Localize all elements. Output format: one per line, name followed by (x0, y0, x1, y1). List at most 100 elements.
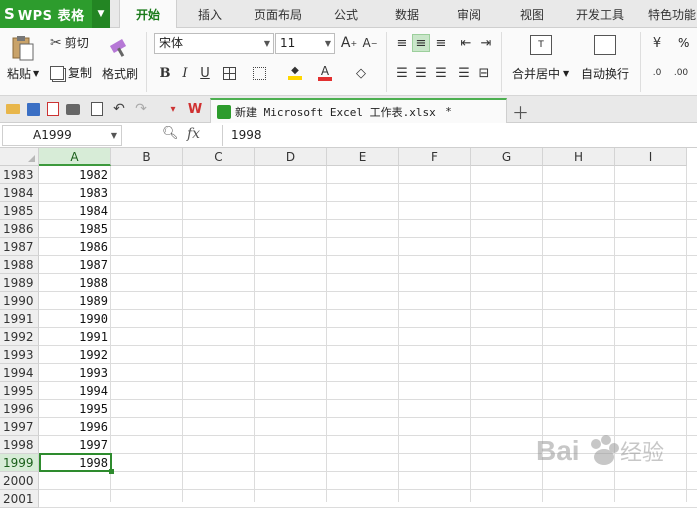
tab-formulas[interactable]: 公式 (321, 0, 371, 28)
row-header[interactable]: 1987 (0, 238, 39, 256)
zoom-search-icon[interactable]: 🔍︎ (162, 126, 179, 141)
bold-icon[interactable]: B (156, 64, 174, 82)
align-top-icon[interactable]: ≡ (393, 34, 411, 52)
format-painter-button[interactable]: 格式刷 (102, 65, 138, 82)
tab-insert[interactable]: 插入 (185, 0, 235, 28)
cell-a[interactable]: 1983 (39, 184, 111, 202)
cut-button[interactable]: ✂ 剪切 (50, 34, 89, 51)
cell-a[interactable]: 1985 (39, 220, 111, 238)
export-pdf-icon[interactable] (44, 100, 62, 118)
currency-icon[interactable]: ¥ (648, 34, 666, 52)
italic-icon[interactable]: I (176, 64, 194, 82)
row-header[interactable]: 1995 (0, 382, 39, 400)
cell-a[interactable]: 1991 (39, 328, 111, 346)
row-header[interactable]: 1989 (0, 274, 39, 292)
row-header[interactable]: 1998 (0, 436, 39, 454)
row-header[interactable]: 1990 (0, 292, 39, 310)
tab-data[interactable]: 数据 (382, 0, 432, 28)
cell-a[interactable]: 1984 (39, 202, 111, 220)
chevron-down-icon[interactable]: ▼ (92, 0, 110, 28)
percent-button[interactable]: % (678, 36, 689, 50)
document-tab[interactable]: 新建 Microsoft Excel 工作表.xlsx * (210, 98, 507, 123)
function-icon[interactable]: fx (187, 126, 200, 142)
chevron-down-icon[interactable]: ▼ (111, 126, 117, 145)
column-header-c[interactable]: C (183, 148, 255, 166)
column-header-b[interactable]: B (111, 148, 183, 166)
cell-a[interactable]: 1986 (39, 238, 111, 256)
customize-icon[interactable]: ▾ (164, 100, 182, 118)
new-tab-icon[interactable]: ＋ (512, 99, 529, 124)
paste-button[interactable]: 粘贴 ▼ (7, 65, 39, 82)
cell-a[interactable]: 1989 (39, 292, 111, 310)
tab-review[interactable]: 审阅 (444, 0, 494, 28)
column-header-i[interactable]: I (615, 148, 687, 166)
tab-page-layout[interactable]: 页面布局 (245, 0, 311, 28)
cell-a[interactable]: 1992 (39, 346, 111, 364)
border-icon[interactable] (220, 64, 238, 82)
name-box[interactable]: A1999 ▼ (2, 125, 122, 146)
row-header[interactable]: 1988 (0, 256, 39, 274)
wrap-text-button[interactable]: 自动换行 (581, 65, 629, 82)
align-right-icon[interactable]: ☰ (432, 64, 450, 82)
cell-a[interactable]: 1993 (39, 364, 111, 382)
fill-grid-icon[interactable] (250, 64, 268, 82)
cell-a[interactable]: 1995 (39, 400, 111, 418)
select-all-corner[interactable] (0, 148, 39, 166)
tab-developer[interactable]: 开发工具 (568, 0, 632, 28)
align-center-icon[interactable]: ☰ (412, 64, 430, 82)
tab-view[interactable]: 视图 (507, 0, 557, 28)
cell-a[interactable]: 1990 (39, 310, 111, 328)
column-header-d[interactable]: D (255, 148, 327, 166)
row-header[interactable]: 1992 (0, 328, 39, 346)
row-header[interactable]: 1986 (0, 220, 39, 238)
formula-input[interactable]: 1998 (222, 125, 695, 146)
row-header[interactable]: 2000 (0, 472, 39, 490)
cell-a[interactable]: 1982 (39, 166, 111, 184)
row-header[interactable]: 1999 (0, 454, 39, 472)
cell-a[interactable] (39, 490, 111, 508)
cell-a[interactable]: 1988 (39, 274, 111, 292)
row-header[interactable]: 1983 (0, 166, 39, 184)
decrease-font-icon[interactable]: A − (361, 34, 379, 52)
print-preview-icon[interactable] (88, 100, 106, 118)
decrease-decimal-icon[interactable]: .00 (672, 64, 690, 82)
font-size-select[interactable]: 11 ▼ (275, 33, 335, 54)
distribute-icon[interactable]: ⊟ (475, 64, 493, 82)
merge-center-button[interactable]: 合并居中 ▼ (512, 65, 569, 82)
align-middle-icon[interactable]: ≡ (412, 34, 430, 52)
wrap-text-icon[interactable] (592, 33, 618, 57)
row-header[interactable]: 1997 (0, 418, 39, 436)
clear-format-icon[interactable]: ◇ (352, 64, 370, 82)
font-name-select[interactable]: 宋体 ▼ (154, 33, 274, 54)
underline-icon[interactable]: U (196, 64, 214, 82)
cell-a[interactable]: 1996 (39, 418, 111, 436)
wps-w-icon[interactable]: W (186, 100, 204, 118)
format-painter-icon[interactable] (104, 34, 134, 60)
increase-font-icon[interactable]: A + (340, 34, 358, 52)
row-header[interactable]: 1993 (0, 346, 39, 364)
row-header[interactable]: 2001 (0, 490, 39, 508)
cell-a[interactable]: 1994 (39, 382, 111, 400)
indent-increase-icon[interactable]: ⇥ (477, 34, 495, 52)
copy-button[interactable]: 复制 (50, 64, 92, 81)
align-left-icon[interactable]: ☰ (393, 64, 411, 82)
column-header-e[interactable]: E (327, 148, 399, 166)
align-bottom-icon[interactable]: ≡ (432, 34, 450, 52)
cell-a[interactable]: 1987 (39, 256, 111, 274)
undo-icon[interactable]: ↶ (110, 100, 128, 118)
row-header[interactable]: 1996 (0, 400, 39, 418)
tab-home[interactable]: 开始 (119, 0, 177, 29)
cell-a[interactable] (39, 472, 111, 490)
app-menu-button[interactable]: S WPS 表格 ▼ (0, 0, 110, 28)
row-header[interactable]: 1994 (0, 364, 39, 382)
print-icon[interactable] (64, 100, 82, 118)
row-header[interactable]: 1984 (0, 184, 39, 202)
column-header-a[interactable]: A (39, 148, 111, 166)
column-header-f[interactable]: F (399, 148, 471, 166)
open-folder-icon[interactable] (4, 100, 22, 118)
merge-center-icon[interactable]: T (528, 33, 554, 57)
row-header[interactable]: 1985 (0, 202, 39, 220)
indent-decrease-icon[interactable]: ⇤ (457, 34, 475, 52)
font-color-icon[interactable]: A (316, 64, 334, 82)
cell-a[interactable]: 1997 (39, 436, 111, 454)
